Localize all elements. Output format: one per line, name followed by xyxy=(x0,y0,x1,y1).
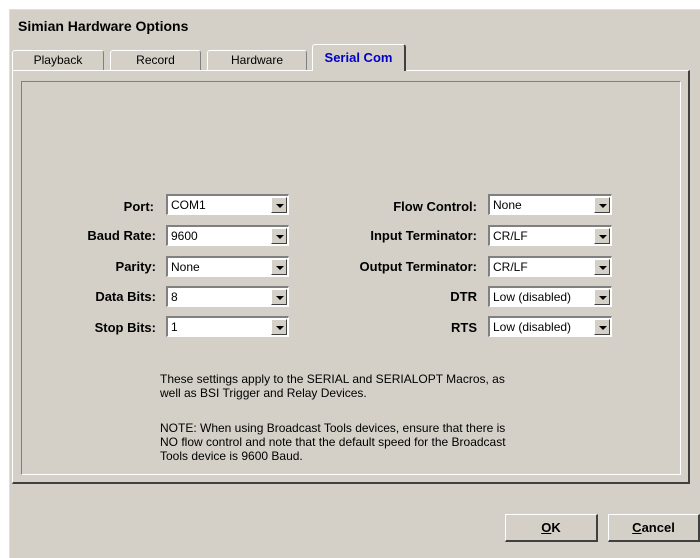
ok-button[interactable]: OK xyxy=(505,514,598,542)
tab-playback[interactable]: Playback xyxy=(12,50,104,70)
data-bits-select[interactable]: 8 xyxy=(166,286,289,307)
cancel-label-rest: ancel xyxy=(641,520,675,535)
chevron-down-icon[interactable] xyxy=(594,197,610,213)
chevron-down-icon[interactable] xyxy=(271,197,287,213)
output-terminator-label: Output Terminator: xyxy=(359,259,477,274)
chevron-down-icon[interactable] xyxy=(271,259,287,275)
chevron-down-icon[interactable] xyxy=(271,289,287,305)
tab-hardware[interactable]: Hardware xyxy=(207,50,307,70)
note-line: These settings apply to the SERIAL and S… xyxy=(160,372,505,386)
ok-label-rest: K xyxy=(551,520,561,535)
stop-bits-label: Stop Bits: xyxy=(94,320,156,335)
parity-label: Parity: xyxy=(115,259,156,274)
ok-mnemonic: O xyxy=(541,520,552,535)
chevron-down-icon[interactable] xyxy=(594,289,610,305)
rts-value: Low (disabled) xyxy=(493,320,572,334)
rts-label: RTS xyxy=(451,320,477,335)
output-terminator-value: CR/LF xyxy=(493,260,528,274)
note-line: Tools device is 9600 Baud. xyxy=(160,449,303,463)
baud-rate-label: Baud Rate: xyxy=(87,228,156,243)
data-bits-label: Data Bits: xyxy=(95,289,156,304)
output-terminator-select[interactable]: CR/LF xyxy=(488,256,612,277)
cancel-button[interactable]: Cancel xyxy=(608,514,700,542)
note-line: NOTE: When using Broadcast Tools devices… xyxy=(160,421,506,435)
window-title: Simian Hardware Options xyxy=(11,11,700,38)
tab-serial-com[interactable]: Serial Com xyxy=(312,44,406,71)
flow-control-label: Flow Control: xyxy=(393,199,477,214)
port-label: Port: xyxy=(123,199,154,214)
input-terminator-label: Input Terminator: xyxy=(370,228,477,243)
baud-rate-value: 9600 xyxy=(171,229,198,243)
data-bits-value: 8 xyxy=(171,290,178,304)
stop-bits-select[interactable]: 1 xyxy=(166,316,289,337)
parity-select[interactable]: None xyxy=(166,256,289,277)
dtr-label: DTR xyxy=(450,289,477,304)
broadcast-tools-note: NOTE: When using Broadcast Tools devices… xyxy=(160,421,580,463)
port-select[interactable]: COM1 xyxy=(166,194,289,215)
flow-control-select[interactable]: None xyxy=(488,194,612,215)
chevron-down-icon[interactable] xyxy=(271,319,287,335)
flow-control-value: None xyxy=(493,198,522,212)
input-terminator-value: CR/LF xyxy=(493,229,528,243)
dtr-select[interactable]: Low (disabled) xyxy=(488,286,612,307)
chevron-down-icon[interactable] xyxy=(271,228,287,244)
settings-group xyxy=(21,81,681,475)
baud-rate-select[interactable]: 9600 xyxy=(166,225,289,246)
input-terminator-select[interactable]: CR/LF xyxy=(488,225,612,246)
parity-value: None xyxy=(171,260,200,274)
tab-record[interactable]: Record xyxy=(110,50,201,70)
chevron-down-icon[interactable] xyxy=(594,228,610,244)
note-line: well as BSI Trigger and Relay Devices. xyxy=(160,386,367,400)
rts-select[interactable]: Low (disabled) xyxy=(488,316,612,337)
port-value: COM1 xyxy=(171,198,206,212)
note-line: NO flow control and note that the defaul… xyxy=(160,435,506,449)
chevron-down-icon[interactable] xyxy=(594,259,610,275)
settings-note: These settings apply to the SERIAL and S… xyxy=(160,372,580,400)
stop-bits-value: 1 xyxy=(171,320,178,334)
dtr-value: Low (disabled) xyxy=(493,290,572,304)
cancel-mnemonic: C xyxy=(632,520,642,535)
chevron-down-icon[interactable] xyxy=(594,319,610,335)
